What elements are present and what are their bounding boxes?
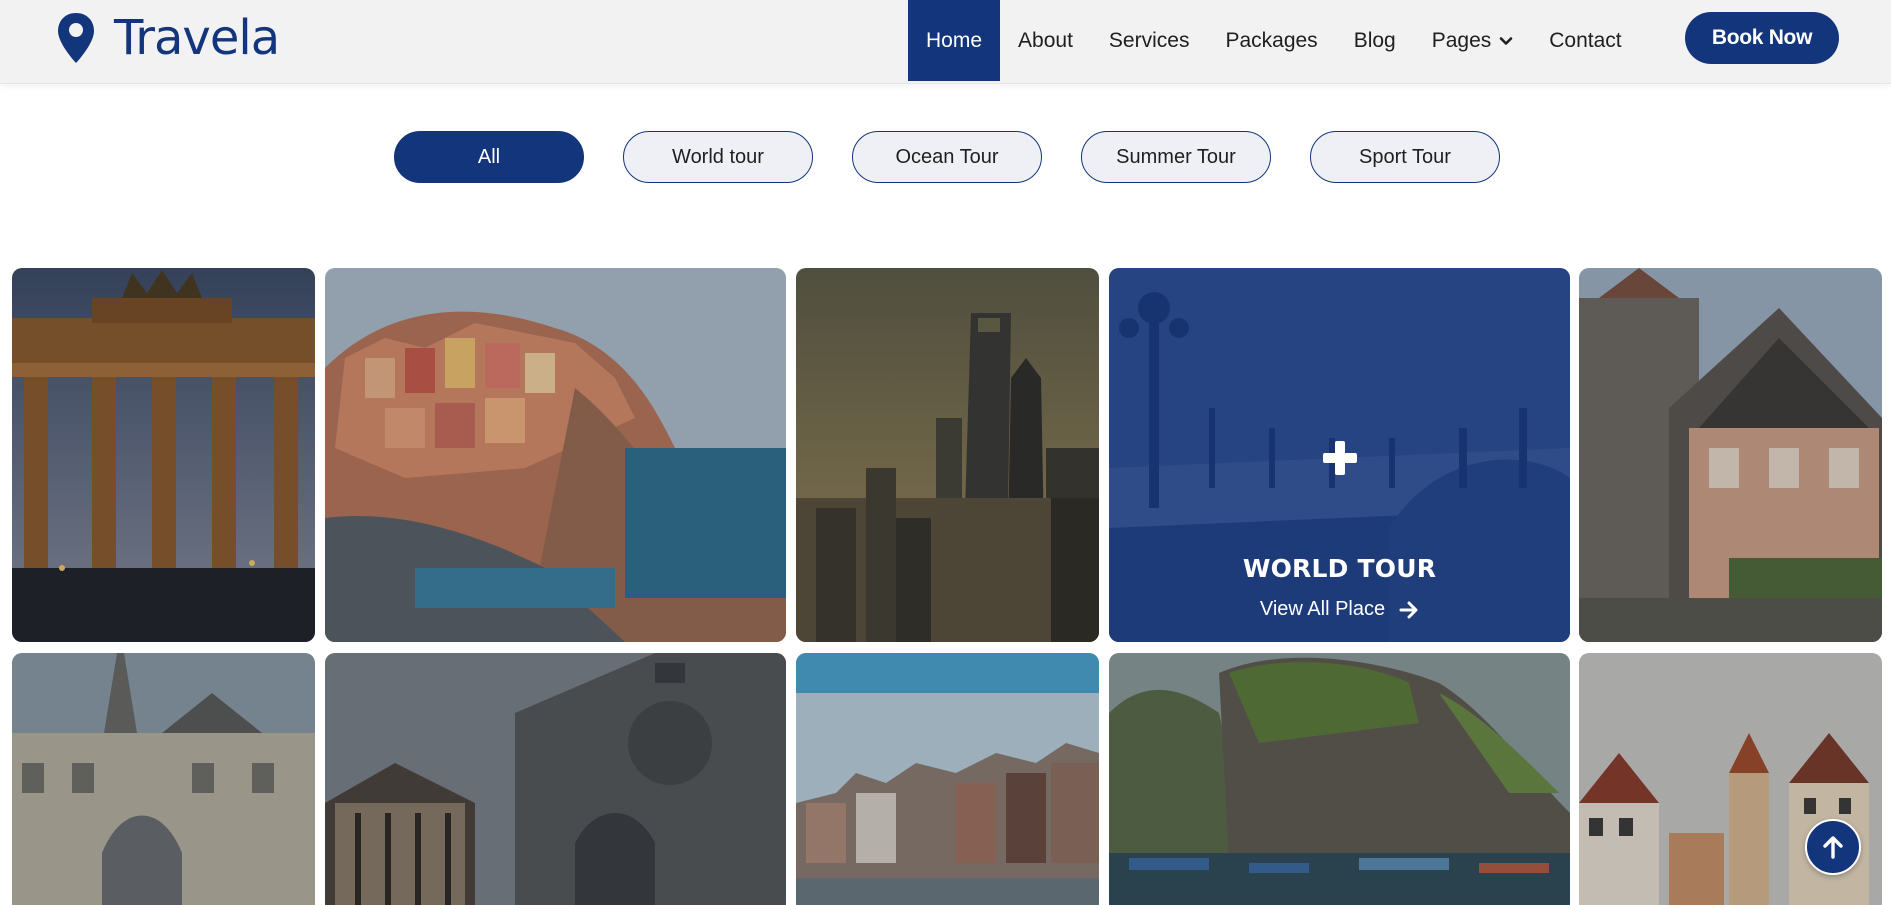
nav-packages[interactable]: Packages: [1207, 0, 1335, 81]
image-shade: [796, 653, 1099, 905]
filter-world-tour[interactable]: World tour: [623, 131, 813, 183]
tour-filter-tabs: All World tour Ocean Tour Summer Tour Sp…: [394, 131, 1500, 183]
nav-blog[interactable]: Blog: [1336, 0, 1414, 81]
image-shade: [1579, 268, 1882, 642]
brand-logo[interactable]: Travela: [56, 10, 280, 66]
image-shade: [325, 653, 786, 905]
nav-pages-dropdown[interactable]: Pages: [1414, 0, 1532, 81]
gallery-item-skyline[interactable]: [796, 268, 1099, 642]
map-pin-icon: [58, 13, 94, 63]
navbar: Travela Home About Services Packages Blo…: [0, 0, 1891, 84]
nav-contact[interactable]: Contact: [1531, 0, 1639, 81]
tour-hover-overlay[interactable]: WORLD TOUR View All Place: [1109, 268, 1570, 642]
gallery-item-cliff-town[interactable]: [325, 268, 786, 642]
filter-summer-tour[interactable]: Summer Tour: [1081, 131, 1271, 183]
nav-services[interactable]: Services: [1091, 0, 1208, 81]
chevron-down-icon: [1499, 36, 1513, 45]
image-shade: [1109, 653, 1570, 905]
gallery-item-plaza[interactable]: [12, 653, 315, 905]
image-shade: [12, 653, 315, 905]
image-shade: [12, 268, 315, 642]
image-shade: [796, 268, 1099, 642]
arrow-up-icon: [1823, 836, 1843, 859]
main-nav: Home About Services Packages Blog Pages …: [908, 0, 1640, 81]
gallery-item-world-tour[interactable]: WORLD TOUR View All Place: [1109, 268, 1570, 642]
nav-pages-label: Pages: [1431, 28, 1492, 52]
gallery-item-bay[interactable]: [1109, 653, 1570, 905]
back-to-top-button[interactable]: [1805, 819, 1861, 875]
gallery-item-canal[interactable]: [796, 653, 1099, 905]
gallery-item-timber-house[interactable]: [1579, 268, 1882, 642]
view-all-place-label: View All Place: [1259, 598, 1386, 620]
brand-name: Travela: [114, 10, 280, 66]
book-now-button[interactable]: Book Now: [1685, 12, 1839, 64]
filter-sport-tour[interactable]: Sport Tour: [1310, 131, 1500, 183]
arrow-right-icon: [1399, 601, 1418, 618]
image-shade: [325, 268, 786, 642]
filter-all[interactable]: All: [394, 131, 584, 183]
view-all-place-link[interactable]: View All Place: [1109, 598, 1570, 621]
gallery-item-cathedral[interactable]: [325, 653, 786, 905]
nav-home[interactable]: Home: [908, 0, 1001, 81]
filter-ocean-tour[interactable]: Ocean Tour: [852, 131, 1042, 183]
nav-about[interactable]: About: [1000, 0, 1091, 81]
plus-icon[interactable]: [1320, 438, 1360, 478]
overlay-title: WORLD TOUR: [1242, 554, 1437, 583]
gallery-item-gate[interactable]: [12, 268, 315, 642]
